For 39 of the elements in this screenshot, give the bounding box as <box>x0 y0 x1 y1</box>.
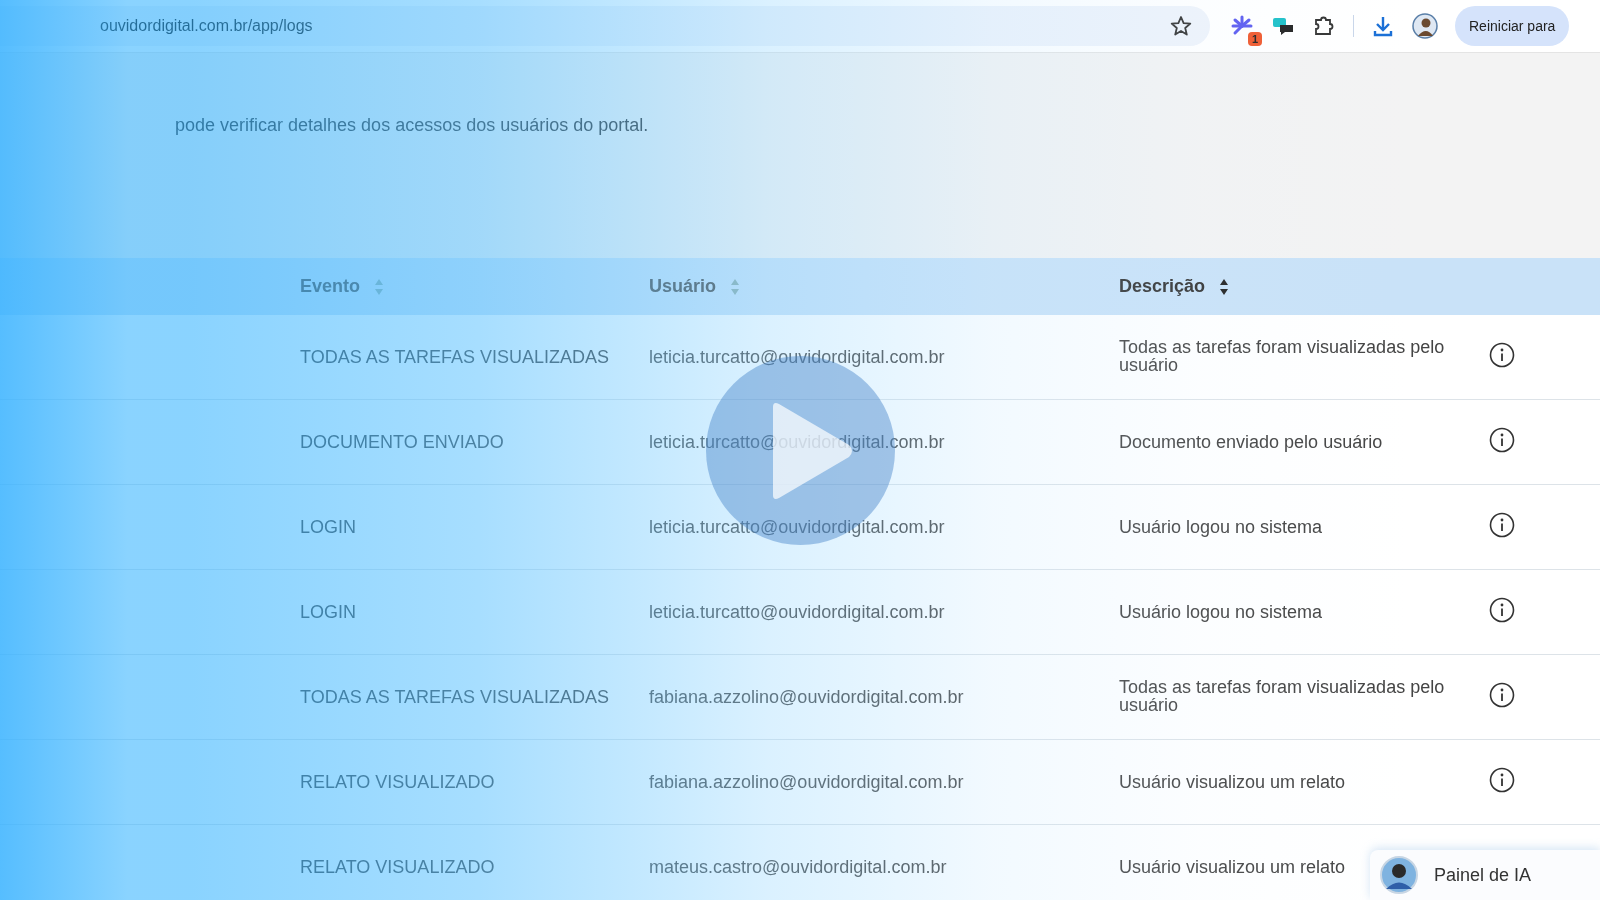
avatar-icon[interactable] <box>1412 13 1438 39</box>
info-icon[interactable] <box>1489 511 1515 538</box>
table-cell-text: Todas as tarefas foram visualizadas pelo usuário <box>1119 338 1446 374</box>
table-cell-text: LOGIN <box>300 516 357 538</box>
table-cell-text: leticia.turcatto@ouvidordigital.com.br <box>649 516 946 538</box>
page-subtitle: pode verificar detalhes dos acessos dos usuários do portal. <box>175 115 650 136</box>
avatar-icon <box>1380 856 1418 894</box>
ai-panel-label: Painel de IA <box>1434 864 1532 886</box>
column-header[interactable]: Descrição <box>1119 276 1206 297</box>
info-icon[interactable] <box>1489 596 1515 623</box>
table-cell-text: Todas as tarefas foram visualizadas pelo usuário <box>1119 678 1446 714</box>
table-cell: Usuário visualizou um relato <box>1119 772 1346 791</box>
table-cell-text: TODAS AS TAREFAS VISUALIZADAS <box>300 346 611 368</box>
table-cell-text: RELATO VISUALIZADO <box>300 771 496 793</box>
table-cell-text: RELATO VISUALIZADO <box>300 856 496 878</box>
ai-panel-button[interactable]: Painel de IA <box>1370 850 1600 900</box>
table-cell: Usuário logou no sistema <box>1119 602 1323 621</box>
table-cell-text: fabiana.azzolino@ouvidordigital.com.br <box>649 686 965 708</box>
restart-button[interactable]: Reiniciar para <box>1455 6 1570 46</box>
table-cell-text: leticia.turcatto@ouvidordigital.com.br <box>649 346 946 368</box>
table-cell-text: leticia.turcatto@ouvidordigital.com.br <box>649 601 946 623</box>
info-icon[interactable] <box>1489 681 1515 708</box>
table-cell: Usuário logou no sistema <box>1119 517 1323 536</box>
info-icon[interactable] <box>1489 341 1515 368</box>
notification-badge: 1 <box>1247 32 1262 46</box>
table-cell-text: mateus.castro@ouvidordigital.com.br <box>649 856 948 878</box>
info-icon[interactable] <box>1489 766 1515 793</box>
download-icon[interactable] <box>1371 14 1395 38</box>
table-cell-text: TODAS AS TAREFAS VISUALIZADAS <box>300 686 611 708</box>
info-icon[interactable] <box>1489 426 1515 453</box>
table-cell: Usuário visualizou um relato <box>1119 857 1346 876</box>
puzzle-icon[interactable] <box>1312 14 1336 38</box>
table-cell-text: LOGIN <box>300 601 357 623</box>
star-icon[interactable] <box>1170 15 1192 37</box>
url-text: ouvidordigital.com.br/app/logs <box>100 17 313 35</box>
table-cell-text: DOCUMENTO ENVIADO <box>300 431 505 453</box>
sort-icon[interactable] <box>1219 277 1230 296</box>
table-cell-text: fabiana.azzolino@ouvidordigital.com.br <box>649 771 965 793</box>
table-cell: Documento enviado pelo usuário <box>1119 432 1383 451</box>
